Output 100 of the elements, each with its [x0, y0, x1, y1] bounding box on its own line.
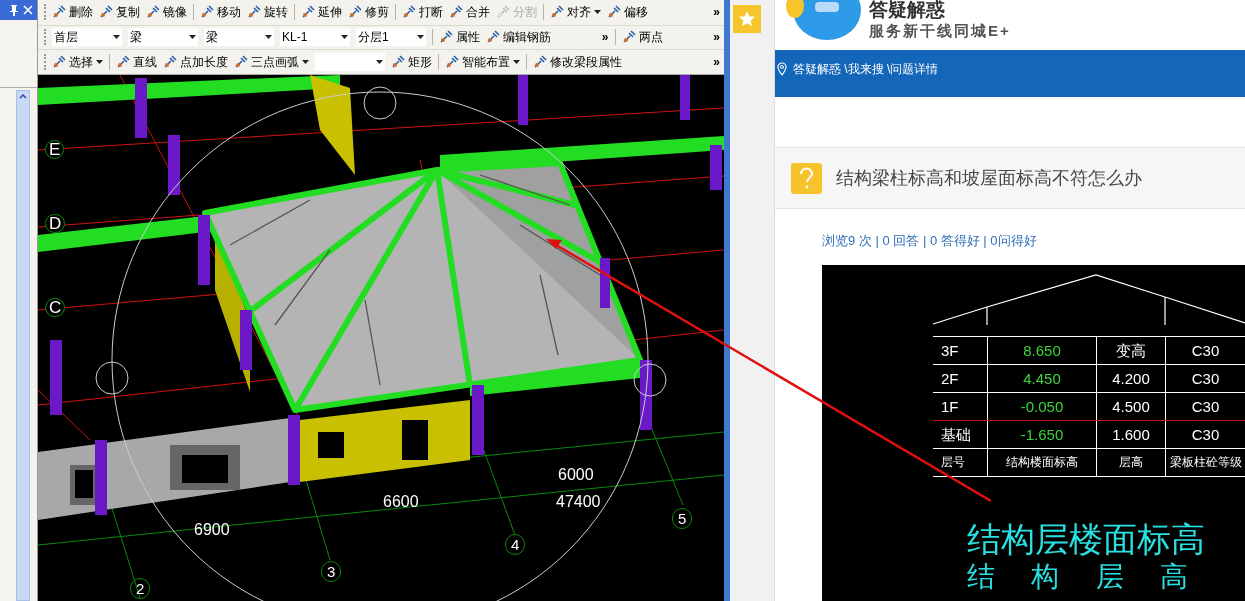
table-cell: 1.600	[1096, 421, 1165, 448]
table-cell-text: 2F	[940, 369, 960, 389]
dimension-label: 6600	[383, 494, 419, 510]
toolbar-button[interactable]: 选择	[52, 55, 103, 70]
toolbar-button[interactable]: 智能布置	[445, 55, 520, 70]
close-icon[interactable]	[23, 5, 33, 15]
table-cell-text: 1F	[940, 397, 960, 417]
tool-icon	[234, 55, 248, 70]
scrollbar[interactable]	[16, 90, 30, 601]
tool-icon	[146, 5, 160, 20]
tool-icon	[486, 30, 500, 45]
toolbar-button[interactable]: 修改梁段属性	[533, 55, 622, 70]
tool-icon	[52, 5, 66, 20]
toolbar-button[interactable]: 两点	[621, 30, 663, 45]
question-title: 结构梁柱标高和坡屋面标高不符怎么办	[836, 166, 1142, 190]
grid-axis-label: D	[45, 214, 66, 233]
dimension-label: 6000	[558, 467, 594, 483]
table-cell: 4.500	[1096, 393, 1165, 420]
dropdown-field[interactable]	[315, 53, 385, 72]
caret-icon	[594, 10, 601, 15]
toolbar-button[interactable]: 对齐	[550, 5, 601, 20]
toolbar-button[interactable]: 旋转	[247, 5, 288, 20]
table-cell: 结构楼面标高	[987, 449, 1096, 476]
tool-icon	[163, 55, 177, 70]
tool-icon	[348, 5, 362, 20]
caret-icon	[376, 60, 383, 65]
toolbar-button[interactable]: 延伸	[301, 5, 342, 20]
caret-icon	[417, 35, 424, 40]
tool-icon	[449, 5, 463, 20]
toolbar-button[interactable]: 矩形	[391, 55, 432, 70]
breadcrumb[interactable]: 答疑解惑 \我来搜 \问题详情	[793, 62, 939, 76]
table-cell-text: 3F	[940, 341, 960, 361]
tool-icon	[402, 5, 416, 20]
tool-icon	[445, 55, 459, 70]
table-cell-text: 层号	[940, 454, 966, 471]
dropdown-field[interactable]: 梁	[128, 28, 198, 47]
overflow-button[interactable]: »	[601, 30, 609, 45]
caret-icon	[96, 60, 103, 65]
toolbar-button[interactable]: 移动	[200, 5, 241, 20]
tool-icon	[496, 5, 510, 20]
tool-icon	[621, 30, 636, 45]
toolbar-button[interactable]: 直线	[116, 55, 157, 70]
overflow-button[interactable]: »	[713, 5, 720, 20]
drawing-caption: 结构层楼面标高	[967, 522, 1205, 556]
table-cell: -1.650	[987, 421, 1096, 448]
site-slogan: 服务新干线同城E+	[869, 21, 1011, 41]
toolbar-button[interactable]: 编辑钢筋	[486, 30, 551, 45]
pin-icon[interactable]	[9, 4, 19, 16]
table-cell: 梁板柱砼等级	[1165, 449, 1245, 476]
tool-icon	[391, 55, 405, 70]
site-title: 答疑解惑	[869, 0, 946, 20]
table-cell: C30	[1165, 393, 1245, 420]
table-cell: C30	[1165, 421, 1245, 448]
toolbar-button[interactable]: 打断	[402, 5, 443, 20]
toolbar-button[interactable]: 复制	[99, 5, 140, 20]
scroll-up-icon[interactable]	[17, 91, 29, 101]
caret-icon	[341, 35, 348, 40]
tool-icon	[550, 5, 564, 20]
table-cell: C30	[1165, 365, 1245, 392]
table-cell: -0.050	[987, 393, 1096, 420]
toolbar-button[interactable]: 属性	[439, 30, 480, 45]
table-cell-text: 基础	[940, 425, 972, 445]
overflow-button[interactable]: »	[713, 30, 720, 45]
table-cell: C30	[1165, 337, 1245, 364]
table-cell: 变高	[1096, 337, 1165, 364]
dropdown-field[interactable]: 首层	[52, 28, 122, 47]
toolbar-button[interactable]: 三点画弧	[234, 55, 309, 70]
caret-icon	[189, 35, 196, 40]
toolbar-button[interactable]: 合并	[449, 5, 490, 20]
table-cell: 4.200	[1096, 365, 1165, 392]
toolbar-button[interactable]: 镜像	[146, 5, 187, 20]
toolbar-button[interactable]: 删除	[52, 5, 93, 20]
tool-icon	[52, 55, 66, 70]
grid-axis-label: E	[45, 140, 65, 159]
dropdown-field[interactable]: 分层1	[356, 28, 426, 47]
table-cell: 4.450	[987, 365, 1096, 392]
toolbar-button[interactable]: 修剪	[348, 5, 389, 20]
tool-icon	[533, 55, 547, 70]
dropdown-field[interactable]: 梁	[204, 28, 274, 47]
tool-icon	[301, 5, 315, 20]
tool-icon	[607, 5, 621, 20]
tool-icon	[200, 5, 214, 20]
tool-icon	[99, 5, 113, 20]
tool-icon	[439, 30, 453, 45]
tool-icon	[247, 5, 261, 20]
dimension-label: 47400	[556, 494, 601, 510]
caret-icon	[513, 60, 520, 65]
question-icon	[791, 162, 822, 194]
toolbar-button[interactable]: 偏移	[607, 5, 648, 20]
table-cell: 层高	[1096, 449, 1165, 476]
grid-axis-label: C	[45, 298, 66, 317]
3d-viewport[interactable]: E D C 6000 6600 47400 6900 3 4 5 2	[38, 75, 724, 601]
dimension-label: 6900	[194, 522, 230, 538]
tool-icon	[116, 55, 130, 70]
overflow-button[interactable]: »	[713, 55, 720, 70]
dropdown-field[interactable]: KL-1	[280, 28, 350, 47]
caret-icon	[302, 60, 309, 65]
location-pin-icon	[777, 62, 787, 76]
toolbar-button[interactable]: 点加长度	[163, 55, 228, 70]
drawing-caption: 结构层高	[967, 563, 1225, 591]
